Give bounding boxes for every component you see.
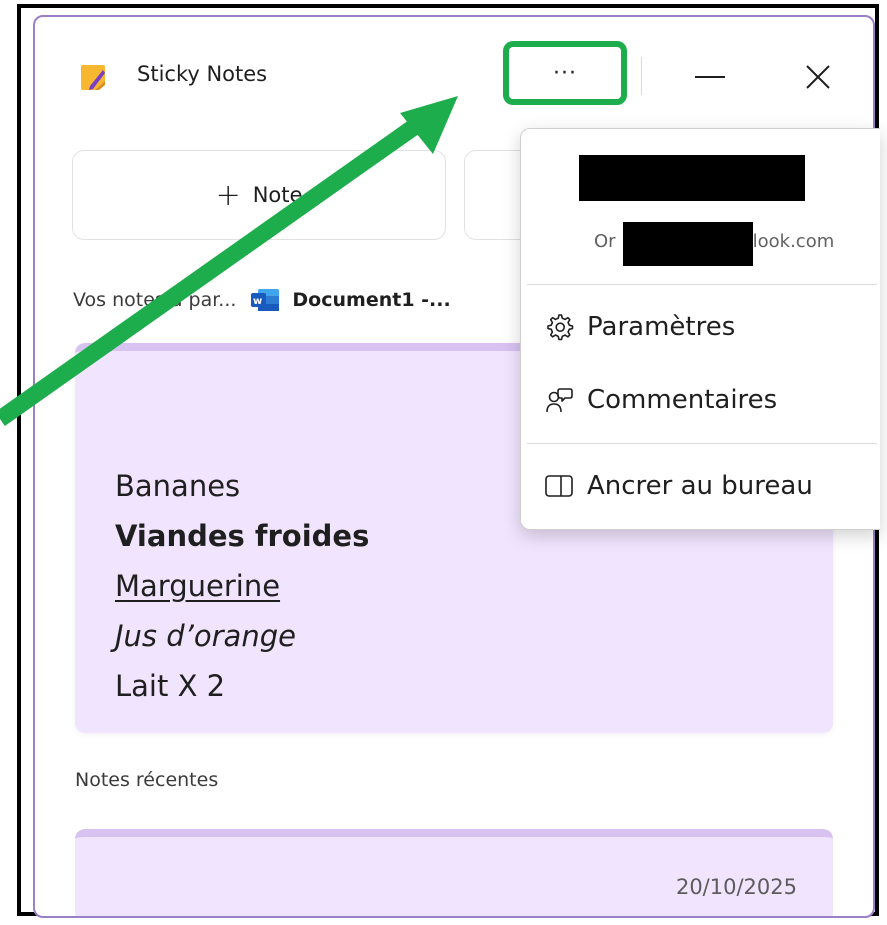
note-content[interactable]: Bananes Viandes froides Marguerine Jus d… — [115, 461, 369, 711]
new-note-button[interactable]: + Note — [72, 150, 446, 240]
redacted-account-name — [579, 155, 805, 201]
menu-divider — [527, 443, 877, 444]
recent-notes-heading: Notes récentes — [75, 769, 219, 791]
app-title: Sticky Notes — [137, 62, 268, 86]
close-icon — [806, 65, 830, 89]
title-bar-divider — [641, 57, 642, 95]
note-line-italic: Jus d’orange — [115, 619, 296, 653]
word-document-icon: w — [250, 288, 280, 312]
menu-divider — [527, 284, 877, 285]
more-options-button[interactable]: ··· — [503, 41, 627, 105]
feedback-icon — [543, 384, 575, 416]
menu-item-feedback-label: Commentaires — [587, 385, 778, 415]
linked-document-name[interactable]: Document1 -... — [292, 289, 450, 311]
redacted-email-part — [623, 222, 753, 266]
note-line-plain-last: Lait X 2 — [115, 669, 226, 703]
email-prefix: Or — [594, 231, 616, 252]
sticky-notes-logo-icon — [80, 63, 106, 91]
screenshot-canvas: Sticky Notes ··· + Note Vos notes à par.… — [0, 0, 887, 925]
new-note-label: Note — [252, 183, 303, 207]
note-line-bold: Viandes froides — [115, 519, 370, 553]
menu-item-dock[interactable]: Ancrer au bureau — [543, 463, 813, 509]
notes-from-prefix: Vos notes à par... — [73, 289, 237, 311]
minimize-icon — [695, 76, 725, 78]
gear-icon — [543, 311, 575, 343]
svg-text:w: w — [253, 296, 262, 307]
menu-item-settings-label: Paramètres — [587, 312, 736, 342]
menu-item-settings[interactable]: Paramètres — [543, 304, 735, 350]
dock-icon — [543, 470, 575, 502]
email-suffix: tlook.com — [745, 231, 835, 252]
recent-note-card[interactable]: 20/10/2025 — [75, 829, 833, 916]
more-options-icon: ··· — [553, 60, 577, 86]
more-options-menu: Or tlook.com Paramètres Commentaires Anc… — [520, 128, 880, 530]
menu-item-dock-label: Ancrer au bureau — [587, 471, 813, 501]
menu-item-feedback[interactable]: Commentaires — [543, 377, 777, 423]
close-button[interactable] — [788, 52, 848, 102]
notes-from-row: Vos notes à par... w Document1 -... — [73, 285, 451, 315]
title-bar[interactable]: Sticky Notes ··· — [35, 17, 873, 132]
note-line-plain: Bananes — [115, 469, 241, 503]
recent-note-date: 20/10/2025 — [675, 875, 797, 899]
note-line-underline: Marguerine — [115, 569, 281, 603]
plus-icon: + — [215, 177, 241, 213]
minimize-button[interactable] — [680, 52, 740, 102]
